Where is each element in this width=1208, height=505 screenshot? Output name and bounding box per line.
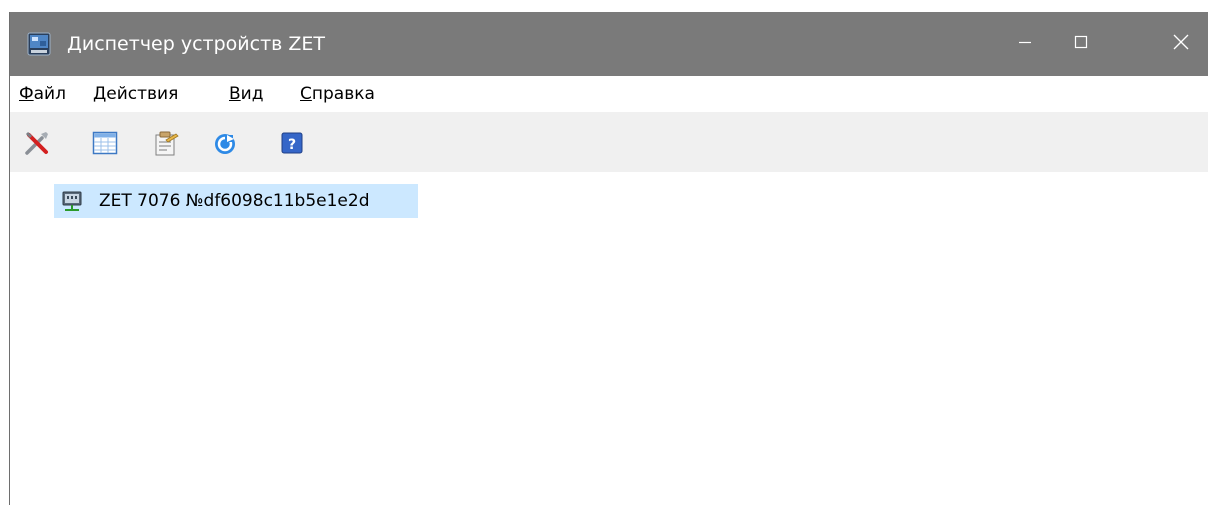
help-button[interactable]: ?: [277, 128, 307, 158]
menu-actions-accesskey: Д: [93, 84, 107, 104]
device-label: ZET 7076 №df6098c11b5e1e2d: [99, 191, 370, 211]
close-icon: [1172, 33, 1190, 55]
help-icon: ?: [277, 132, 307, 162]
menu-file-label: айл: [33, 84, 66, 104]
toolbar: ?: [10, 112, 1208, 172]
menu-file[interactable]: Файл: [19, 76, 66, 112]
device-manager-window: Диспетчер устройств ZET Файл Действия Ви…: [9, 12, 1208, 505]
properties-button[interactable]: [150, 128, 180, 158]
minimize-button[interactable]: [997, 12, 1053, 76]
minimize-icon: [1017, 34, 1033, 54]
tools-icon: [22, 131, 52, 162]
menu-view-label: ид: [240, 84, 264, 104]
title-bar[interactable]: Диспетчер устройств ZET: [10, 12, 1208, 76]
refresh-button[interactable]: [210, 128, 240, 158]
menu-actions[interactable]: Действия: [93, 76, 178, 112]
network-device-icon: [61, 190, 83, 212]
menu-help-label: правка: [311, 84, 375, 104]
device-manager-app-icon: [27, 32, 51, 56]
menu-help[interactable]: Справка: [300, 76, 375, 112]
svg-text:?: ?: [288, 137, 296, 153]
tools-button[interactable]: [22, 128, 52, 158]
menu-help-accesskey: С: [300, 84, 312, 104]
table-view-icon: [90, 131, 120, 162]
menu-view[interactable]: Вид: [229, 76, 263, 112]
close-button[interactable]: [1153, 12, 1208, 76]
properties-icon: [150, 131, 180, 162]
menu-file-accesskey: Ф: [19, 84, 34, 104]
menu-view-accesskey: В: [229, 84, 241, 104]
menu-bar: Файл Действия Вид Справка: [10, 76, 1208, 112]
maximize-button[interactable]: [1053, 12, 1109, 76]
table-view-button[interactable]: [90, 128, 120, 158]
refresh-icon: [210, 134, 240, 162]
maximize-icon: [1073, 34, 1089, 54]
window-title: Диспетчер устройств ZET: [67, 33, 326, 55]
device-tree[interactable]: ZET 7076 №df6098c11b5e1e2d: [10, 172, 1208, 505]
device-tree-item[interactable]: ZET 7076 №df6098c11b5e1e2d: [54, 184, 418, 218]
menu-actions-label: ействия: [106, 84, 179, 104]
